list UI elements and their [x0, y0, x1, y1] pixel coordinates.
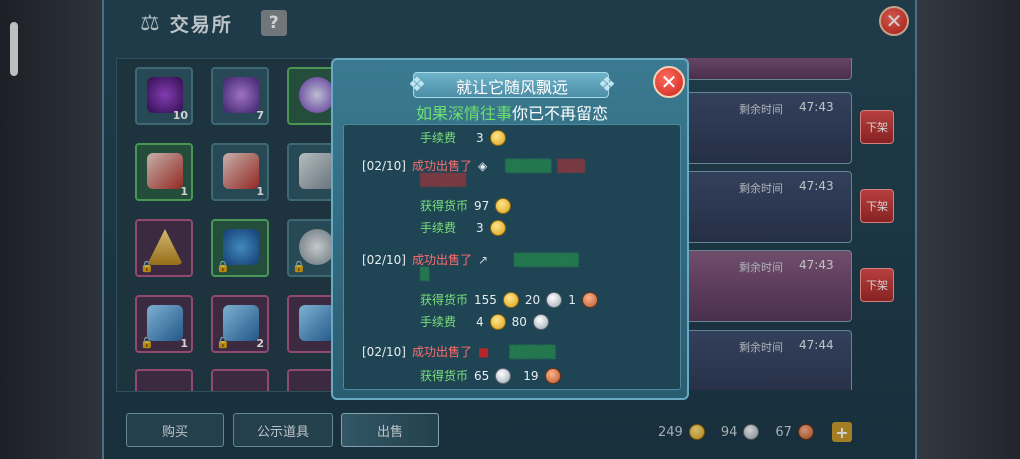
redacted-line: ▒	[420, 267, 429, 281]
log-fee-row: 手续费 4 80	[420, 313, 549, 330]
log-sale-entry: [02/10] 成功出售了 ◈ ▒▒▒▒▒ ▒▒▒	[362, 158, 586, 174]
silver-coin-icon	[495, 367, 512, 384]
dialog-title: 就让它随风飘远	[455, 78, 568, 97]
eye-item-icon: ◈	[477, 158, 488, 173]
close-dialog-button[interactable]: ✕	[653, 66, 685, 98]
log-fee-row: 手续费 3	[420, 129, 506, 146]
redacted-item-name: ▒	[420, 267, 430, 281]
sale-log-dialog: ❖ ❖ 就让它随风飘远 如果深情往事你已不再留恋 ✕ 手续费 3 [02/10]…	[331, 58, 689, 400]
gold-coin-icon	[489, 129, 506, 146]
log-income-row: 获得货币 65 19	[420, 367, 561, 384]
silver-coin-icon	[546, 291, 563, 308]
gold-coin-icon	[495, 197, 512, 214]
redacted-item-name: ▒▒▒▒▒	[420, 173, 467, 187]
lyric-caption: 如果深情往事你已不再留恋	[415, 104, 609, 123]
log-income-row: 获得货币 155 20 1	[420, 291, 598, 308]
redacted-item-name: ▒▒▒▒▒	[509, 344, 556, 359]
log-sale-entry: [02/10] 成功出售了 ↗ ▒▒▒▒▒▒▒	[362, 252, 579, 268]
redacted-item-name: ▒▒▒▒▒	[505, 158, 552, 173]
log-sale-entry: [02/10] 成功出售了 ■ ▒▒▒▒▒	[362, 344, 556, 360]
gift-box-item-icon: ■	[477, 344, 490, 359]
log-fee-row: 手续费 3	[420, 219, 506, 236]
gold-coin-icon	[489, 313, 506, 330]
gold-coin-icon	[489, 219, 506, 236]
needle-item-icon: ↗	[477, 252, 489, 267]
log-income-row: 获得货币 97	[420, 197, 512, 214]
copper-coin-icon	[581, 291, 598, 308]
gold-coin-icon	[502, 291, 519, 308]
redacted-item-name: ▒▒▒	[557, 158, 586, 173]
copper-coin-icon	[544, 367, 561, 384]
redacted-item-name: ▒▒▒▒▒▒▒	[514, 252, 579, 267]
redacted-line: ▒▒▒▒▒	[420, 173, 466, 187]
silver-coin-icon	[532, 313, 549, 330]
sale-log-list[interactable]: 手续费 3 [02/10] 成功出售了 ◈ ▒▒▒▒▒ ▒▒▒ ▒▒▒▒▒ 获得…	[343, 124, 681, 390]
